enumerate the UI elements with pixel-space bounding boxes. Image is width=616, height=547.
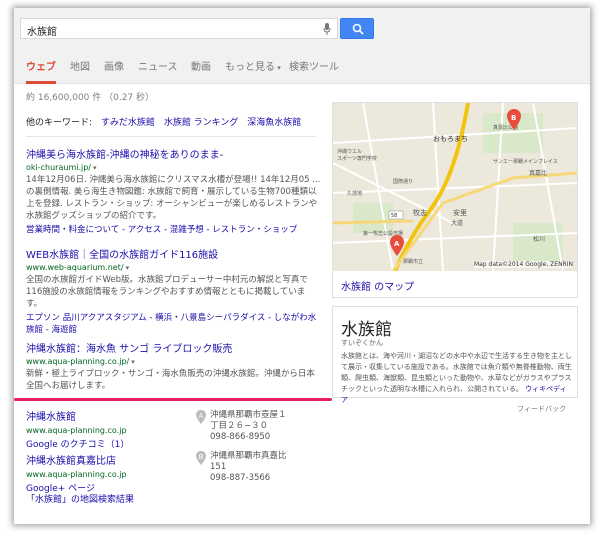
map-search-link[interactable]: 「水族館」の地図検索結果 bbox=[26, 492, 134, 505]
local-result-title[interactable]: 沖縄水族館真嘉比店 bbox=[26, 452, 206, 467]
address-line: 沖縄県那覇市真嘉比 bbox=[210, 451, 287, 461]
search-input[interactable]: 水族館 bbox=[27, 23, 57, 38]
result-sitelinks[interactable]: エプソン 品川アクアスタジアム - 横浜・八景島シーパラダイス - しながわ水族… bbox=[26, 312, 321, 336]
result-title-link[interactable]: 沖縄水族館：海水魚 サンゴ ライブロック販売 bbox=[26, 340, 321, 355]
result-url: www.aqua-planning.co.jp/▾ bbox=[26, 357, 321, 366]
search-button[interactable] bbox=[340, 18, 374, 39]
pin-letter: B bbox=[198, 453, 204, 461]
local-address: B 沖縄県那覇市真嘉比 151 098-887-3566 bbox=[196, 451, 350, 484]
tab-web[interactable]: ウェブ bbox=[26, 56, 56, 84]
local-address: A 沖縄県那覇市壺屋１ 丁目２６−３０ 098-866-8950 bbox=[196, 410, 350, 443]
feedback-link[interactable]: フィードバック bbox=[517, 404, 566, 414]
map-label: おもろまち bbox=[433, 135, 468, 143]
map-label: 久茂地 bbox=[347, 190, 362, 197]
map-label: 松川 bbox=[533, 235, 545, 243]
local-result-url: www.aqua-planning.co.jp bbox=[26, 426, 127, 435]
reviews-link[interactable]: Google のクチコミ（1） bbox=[26, 437, 206, 450]
map-link[interactable]: 水族館 のマップ bbox=[341, 278, 414, 293]
svg-text:A: A bbox=[394, 240, 400, 248]
tab-search-tools[interactable]: 検索ツール bbox=[289, 56, 339, 84]
map-label: スポーツ専門学校 bbox=[337, 155, 377, 162]
chevron-down-icon: ▾ bbox=[275, 64, 281, 72]
local-result-url: www.aqua-planning.co.jp bbox=[26, 470, 127, 479]
address-line: 151 bbox=[210, 462, 227, 472]
result-title-link[interactable]: WEB水族館｜全国の水族館ガイド116施設 bbox=[26, 246, 321, 261]
related-keywords: 他のキーワード: すみだ水族館 水族館 ランキング 深海魚水族館 bbox=[26, 115, 301, 128]
kp-title: 水族館 bbox=[341, 320, 392, 340]
caret-down-icon[interactable]: ▾ bbox=[131, 358, 135, 366]
microphone-icon[interactable] bbox=[323, 23, 331, 35]
tab-images[interactable]: 画像 bbox=[104, 56, 124, 84]
map-label: 沖縄ウエル bbox=[337, 148, 362, 155]
phone-number: 098-866-8950 bbox=[210, 432, 271, 442]
result-url-text: oki-churaumi.jp/ bbox=[26, 163, 91, 172]
result-snippet: 新鮮・極上ライブロック・サンゴ・海水魚販売の沖縄水族館。沖縄から日本全国へお届け… bbox=[26, 369, 315, 391]
svg-text:B: B bbox=[511, 114, 516, 122]
map-label: 大道 bbox=[451, 219, 463, 227]
search-tabs: ウェブ 地図 画像 ニュース 動画 もっと見る ▾ 検索ツール bbox=[14, 56, 590, 84]
result-sitelinks[interactable]: 営業時間・料金について - アクセス - 混雑予想 - レストラン・ショップ bbox=[26, 224, 321, 236]
related-keywords-label: 他のキーワード: bbox=[26, 118, 93, 128]
local-result: 沖縄水族館真嘉比店 www.aqua-planning.co.jp Google… bbox=[26, 452, 206, 494]
local-result-title[interactable]: 沖縄水族館 bbox=[26, 408, 206, 423]
knowledge-panel: 水族館 すいぞくかん 水族館とは、海や河川・湖沼などの水中や水辺で生活する生き物… bbox=[332, 306, 578, 404]
caret-down-icon[interactable]: ▾ bbox=[126, 264, 130, 272]
result-stats: 約 16,600,000 件 （0.27 秒） bbox=[26, 93, 155, 103]
highlight-line bbox=[14, 398, 332, 401]
address-line: 丁目２６−３０ bbox=[210, 421, 269, 431]
browser-frame: 水族館 ウェブ 地図 画像 ニュース 動画 もっと見る ▾ 検索ツール 約 16… bbox=[14, 8, 590, 524]
caret-down-icon[interactable]: ▾ bbox=[93, 164, 97, 172]
pin-letter: A bbox=[198, 412, 204, 420]
map-credit: Map data©2014 Google, ZENRIN bbox=[473, 261, 573, 268]
map-label: 牧志 bbox=[413, 208, 427, 217]
address-line: 沖縄県那覇市壺屋１ bbox=[210, 410, 287, 420]
result-url-text: www.aqua-planning.co.jp/ bbox=[26, 357, 130, 366]
related-keyword-link[interactable]: 水族館 ランキング bbox=[164, 118, 239, 128]
related-keyword-link[interactable]: すみだ水族館 bbox=[101, 118, 155, 128]
map-label: サンエー那覇メインプレイス bbox=[493, 158, 558, 165]
divider bbox=[26, 136, 316, 137]
result-url-text: www.web-aquarium.net/ bbox=[26, 263, 124, 272]
result-url: www.web-aquarium.net/▾ bbox=[26, 263, 321, 272]
tab-more[interactable]: もっと見る ▾ bbox=[225, 56, 281, 84]
map-card: 58 おもろまち 沖縄ウエル スポーツ専門学校 真嘉比公園 サンエー那覇メインプ… bbox=[332, 102, 578, 298]
local-result: 沖縄水族館 www.aqua-planning.co.jp Google のクチ… bbox=[26, 408, 206, 450]
map-pin-icon: B bbox=[196, 451, 206, 465]
map-label: 58 bbox=[391, 213, 397, 219]
phone-number: 098-887-3566 bbox=[210, 473, 271, 483]
map-label: 国際通り bbox=[393, 178, 413, 185]
map-label: 真嘉比 bbox=[529, 169, 547, 177]
kp-description: 水族館とは、海や河川・湖沼などの水中や水辺で生活する生き物を主として展示・収集し… bbox=[341, 351, 573, 406]
search-result: WEB水族館｜全国の水族館ガイド116施設 www.web-aquarium.n… bbox=[26, 246, 321, 336]
result-title-link[interactable]: 沖縄美ら海水族館-沖縄の神秘をありのまま- bbox=[26, 146, 321, 161]
map-pin-icon: A bbox=[196, 410, 206, 424]
result-snippet: 14年12月06日. 沖縄美ら海水族館にクリスマス水槽が登場!! 14年12月0… bbox=[26, 175, 321, 221]
related-keyword-link[interactable]: 深海魚水族館 bbox=[247, 118, 301, 128]
kp-reading: すいぞくかん bbox=[341, 339, 383, 347]
tab-news[interactable]: ニュース bbox=[138, 56, 178, 84]
map-canvas: 58 おもろまち 沖縄ウエル スポーツ専門学校 真嘉比公園 サンエー那覇メインプ… bbox=[333, 103, 577, 271]
search-icon bbox=[352, 23, 364, 35]
search-header: 水族館 ウェブ 地図 画像 ニュース 動画 もっと見る ▾ 検索ツール bbox=[14, 8, 590, 84]
result-snippet: 全国の水族館ガイドWeb版。水族館プロデューサー中村元の解説と写真で116施設の… bbox=[26, 275, 308, 309]
map-image[interactable]: 58 おもろまち 沖縄ウエル スポーツ専門学校 真嘉比公園 サンエー那覇メインプ… bbox=[333, 103, 577, 271]
tab-maps[interactable]: 地図 bbox=[70, 56, 90, 84]
result-url: oki-churaumi.jp/▾ bbox=[26, 163, 321, 172]
tab-videos[interactable]: 動画 bbox=[191, 56, 211, 84]
map-label: 那覇市立 bbox=[403, 258, 423, 265]
search-result: 沖縄美ら海水族館-沖縄の神秘をありのまま- oki-churaumi.jp/▾ … bbox=[26, 146, 321, 236]
map-label: 安里 bbox=[453, 208, 467, 217]
search-box[interactable]: 水族館 bbox=[20, 18, 338, 39]
search-result: 沖縄水族館：海水魚 サンゴ ライブロック販売 www.aqua-planning… bbox=[26, 340, 321, 392]
tab-more-label: もっと見る bbox=[225, 62, 275, 73]
